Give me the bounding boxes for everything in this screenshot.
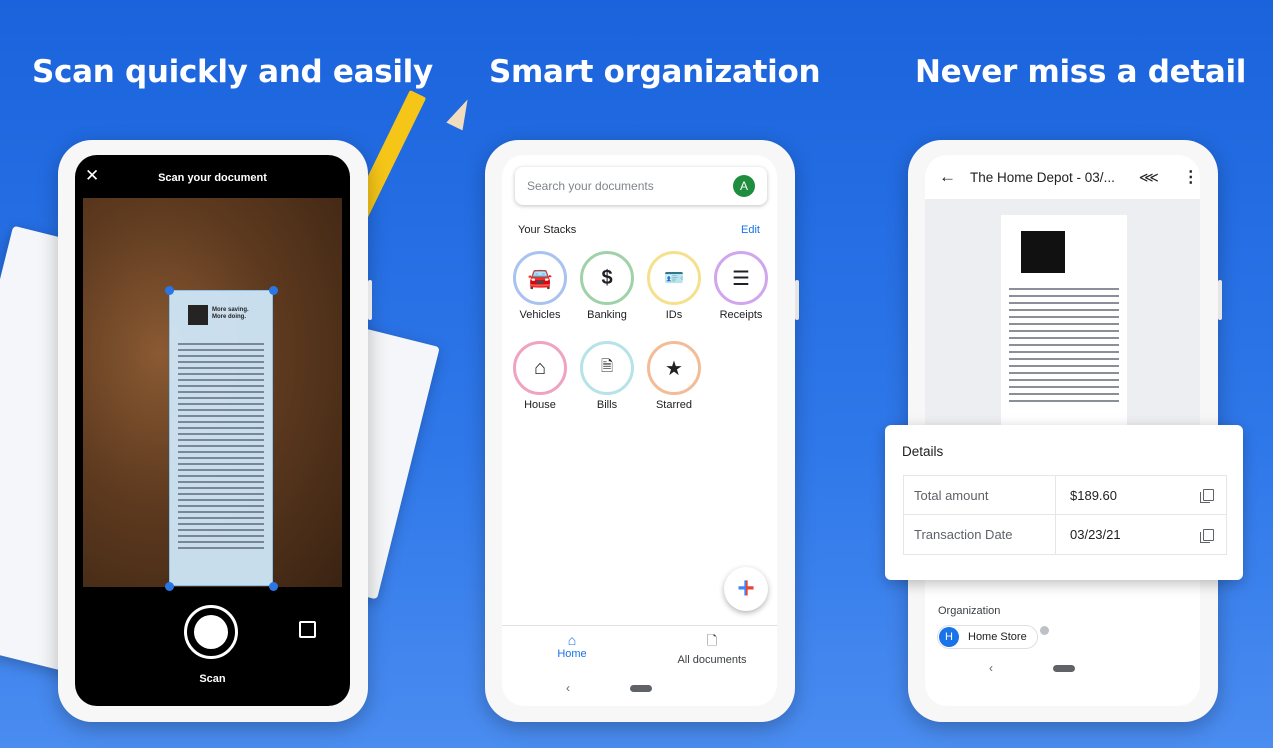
crop-handle[interactable] — [269, 582, 278, 591]
nav-all-documents[interactable]: 🗋 All documents — [662, 632, 762, 666]
more-icon[interactable]: ⋮ — [1183, 167, 1199, 187]
shutter-button[interactable] — [184, 605, 238, 659]
details-table: Total amount $189.60 Transaction Date 03… — [903, 475, 1227, 555]
receipt-tagline: More saving. More doing. — [212, 307, 249, 320]
phone-scan: ✕ Scan your document More saving. More d… — [58, 140, 372, 722]
home-screen: Search your documents A Your Stacks Edit… — [502, 155, 777, 706]
document-title: The Home Depot - 03/... — [970, 169, 1115, 185]
receipt-logo — [188, 305, 208, 325]
stack-starred[interactable]: ★ Starred — [646, 341, 702, 411]
crop-handle[interactable] — [165, 582, 174, 591]
home-gesture-pill[interactable] — [630, 685, 652, 692]
receipt-logo — [1021, 231, 1065, 273]
detail-row-total: Total amount $189.60 — [904, 476, 1226, 515]
receipt-preview — [1001, 215, 1127, 425]
add-button[interactable]: + — [724, 567, 768, 611]
org-chip-label: Home Store — [968, 631, 1027, 643]
bottom-nav: ⌂ Home 🗋 All documents — [502, 625, 777, 675]
id-badge-icon: 🪪 — [647, 251, 701, 305]
scan-screen: ✕ Scan your document More saving. More d… — [75, 155, 350, 706]
details-card: Details Total amount $189.60 Transaction… — [885, 425, 1243, 580]
headline-organization: Smart organization — [489, 54, 821, 90]
headline-scan: Scan quickly and easily — [32, 54, 433, 90]
car-icon: 🚘 — [513, 251, 567, 305]
stack-vehicles[interactable]: 🚘 Vehicles — [512, 251, 568, 321]
shutter-label: Scan — [199, 673, 226, 685]
stack-receipts[interactable]: ☰ Receipts — [713, 251, 769, 321]
house-icon: ⌂ — [513, 341, 567, 395]
scan-title: Scan your document — [158, 172, 267, 184]
camera-preview: More saving. More doing. — [83, 198, 342, 591]
search-input[interactable]: Search your documents — [527, 179, 654, 193]
edit-button[interactable]: Edit — [741, 224, 760, 236]
search-bar[interactable]: Search your documents A — [515, 167, 767, 205]
back-nav-icon[interactable]: ‹ — [989, 661, 993, 675]
plus-icon: + — [737, 572, 755, 605]
top-app-bar: ← The Home Depot - 03/... ⋘ ⋮ — [925, 155, 1200, 199]
stack-ids[interactable]: 🪪 IDs — [646, 251, 702, 321]
phone-home: Search your documents A Your Stacks Edit… — [485, 140, 799, 722]
star-icon: ★ — [647, 341, 701, 395]
pencil-tip — [446, 95, 476, 131]
avatar[interactable]: A — [733, 175, 755, 197]
stack-bills[interactable]: 🗎 Bills — [579, 341, 635, 411]
receipt-icon: ☰ — [714, 251, 768, 305]
crop-handle[interactable] — [269, 286, 278, 295]
copy-icon[interactable] — [1200, 528, 1214, 543]
back-arrow-icon[interactable]: ← — [939, 167, 956, 187]
back-nav-icon[interactable]: ‹ — [566, 681, 570, 695]
home-gesture-pill[interactable] — [1053, 665, 1075, 672]
image-icon[interactable] — [299, 621, 316, 638]
share-icon[interactable]: ⋘ — [1139, 169, 1159, 186]
remove-chip-icon[interactable] — [1040, 626, 1049, 635]
org-chip[interactable]: H Home Store — [937, 625, 1038, 649]
crop-handle[interactable] — [165, 286, 174, 295]
info-panel: Organization H Home Store ‹ — [925, 575, 1200, 706]
nav-home[interactable]: ⌂ Home — [542, 632, 602, 660]
stacks-title: Your Stacks — [518, 224, 577, 236]
bill-icon: 🗎 — [580, 341, 634, 395]
stack-banking[interactable]: $ Banking — [579, 251, 635, 321]
home-icon: ⌂ — [567, 632, 577, 648]
organization-label: Organization — [938, 605, 1001, 617]
details-title: Details — [902, 444, 944, 459]
stack-house[interactable]: ⌂ House — [512, 341, 568, 411]
copy-icon[interactable] — [1200, 489, 1214, 503]
headline-detail: Never miss a detail — [915, 54, 1247, 90]
receipt-image: More saving. More doing. — [169, 290, 273, 586]
dollar-icon: $ — [580, 251, 634, 305]
org-chip-avatar: H — [939, 627, 959, 647]
document-icon: 🗋 — [706, 633, 718, 648]
detail-row-date: Transaction Date 03/23/21 — [904, 515, 1226, 554]
